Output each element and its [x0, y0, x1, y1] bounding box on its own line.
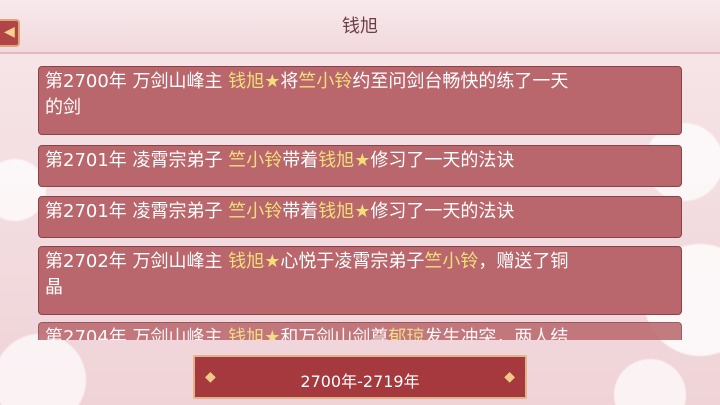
list-item: 第2700年 万剑山峰主 钱旭★将竺小铃约至问剑台畅快的练了一天 的剑	[38, 66, 682, 135]
character-name[interactable]: 钱旭★	[318, 201, 370, 222]
entry-text: 的剑	[45, 97, 81, 118]
year-range-selector[interactable]: ◆ 2700年-2719年 ◆	[193, 355, 527, 399]
entry-text: 第2701年 凌霄宗弟子	[45, 201, 229, 222]
entry-text: 第2704年 万剑山峰主	[45, 327, 229, 340]
entry-text: 修习了一天的法诀	[370, 150, 515, 171]
entry-text: ，赠送了铜	[478, 251, 569, 272]
entry-text: 约至问剑台畅快的练了一天	[352, 71, 569, 92]
entry-text: 修习了一天的法诀	[370, 201, 515, 222]
entry-text: 将	[280, 71, 299, 92]
list-item: 第2702年 万剑山峰主 钱旭★心悦于凌霄宗弟子竺小铃，赠送了铜 晶	[38, 246, 682, 315]
entry-text: 第2700年 万剑山峰主	[45, 71, 229, 92]
character-name[interactable]: 钱旭★	[318, 150, 370, 171]
character-name[interactable]: 钱旭★	[228, 71, 280, 92]
list-item: 第2704年 万剑山峰主 钱旭★和万剑山剑尊郁琼发生冲突，两人结	[38, 322, 682, 340]
character-name[interactable]: 竺小铃	[424, 251, 478, 272]
page-title: 钱旭	[342, 16, 378, 37]
list-item: 第2701年 凌霄宗弟子 竺小铃带着钱旭★修习了一天的法诀	[38, 145, 682, 187]
entry-text: 晶	[45, 277, 63, 298]
chevron-right-icon[interactable]: ◆	[504, 369, 515, 385]
character-name[interactable]: 郁琼	[388, 327, 424, 340]
entry-text: 发生冲突，两人结	[424, 327, 569, 340]
list-item: 第2701年 凌霄宗弟子 竺小铃带着钱旭★修习了一天的法诀	[38, 196, 682, 238]
back-button[interactable]: ◀	[0, 19, 20, 47]
character-name[interactable]: 竺小铃	[298, 71, 352, 92]
entry-text: 带着	[282, 201, 319, 222]
back-icon: ◀	[4, 24, 15, 40]
entry-text: 心悦于凌霄宗弟子	[280, 251, 425, 272]
character-name[interactable]: 钱旭★	[228, 251, 280, 272]
character-name[interactable]: 竺小铃	[228, 150, 282, 171]
entry-text: 带着	[282, 150, 319, 171]
character-name[interactable]: 竺小铃	[228, 201, 282, 222]
year-range-label: 2700年-2719年	[300, 372, 420, 391]
entry-text: 和万剑山剑尊	[280, 327, 389, 340]
header-bar: 钱旭 ◀	[0, 0, 720, 54]
entry-text: 第2701年 凌霄宗弟子	[45, 150, 229, 171]
entry-text: 第2702年 万剑山峰主	[45, 251, 229, 272]
character-name[interactable]: 钱旭★	[228, 327, 280, 340]
